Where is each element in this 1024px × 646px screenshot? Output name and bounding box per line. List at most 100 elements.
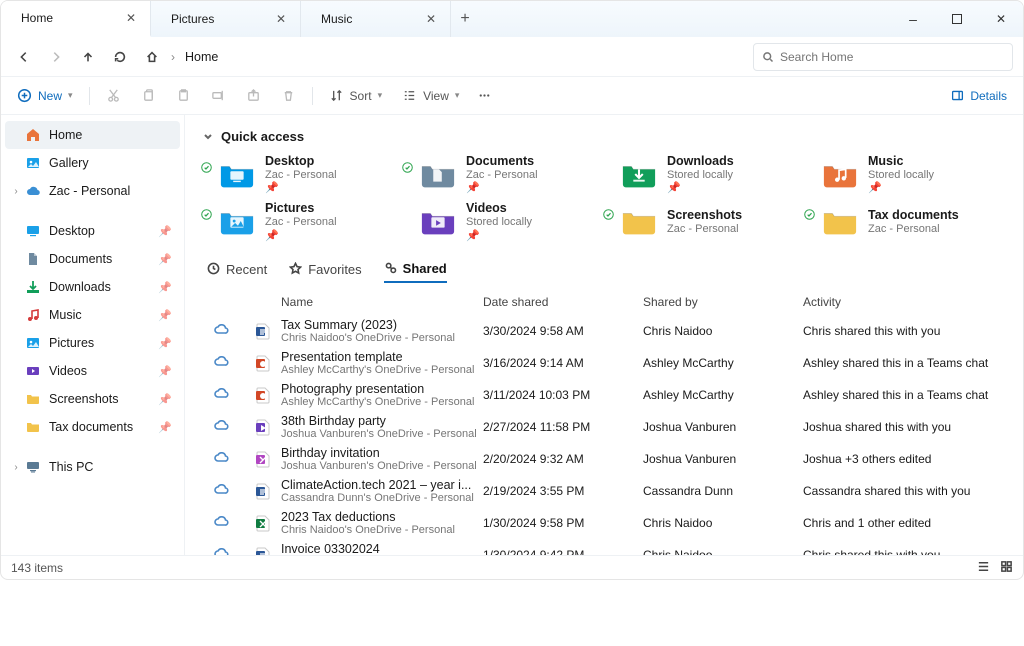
cloud-status-icon <box>213 545 253 555</box>
pin-icon: 📌 <box>158 253 172 266</box>
sidebar-item-pictures[interactable]: Pictures 📌 <box>5 329 180 357</box>
more-button[interactable] <box>471 82 498 110</box>
sort-button[interactable]: Sort▾ <box>321 82 391 110</box>
file-location: Joshua Vanburen's OneDrive - Personal <box>281 428 483 440</box>
pin-icon: 📌 <box>158 309 172 322</box>
quick-access-pictures[interactable]: Pictures Zac - Personal 📌 <box>219 201 402 242</box>
file-name: Invoice 03302024 <box>281 542 483 555</box>
forward-button[interactable] <box>43 44 69 70</box>
subtab-shared[interactable]: Shared <box>384 261 447 283</box>
tab-label: Home <box>21 11 53 25</box>
downloads-icon <box>25 279 41 295</box>
folder-name: Screenshots <box>667 208 742 223</box>
col-name[interactable]: Name <box>281 295 483 309</box>
col-date[interactable]: Date shared <box>483 295 643 309</box>
new-tab-button[interactable]: + <box>451 10 479 28</box>
file-location: Chris Naidoo's OneDrive - Personal <box>281 524 483 536</box>
col-activity[interactable]: Activity <box>803 295 1005 309</box>
quick-access-music[interactable]: Music Stored locally 📌 <box>822 154 1005 195</box>
sidebar-item-home[interactable]: Home <box>5 121 180 149</box>
sidebar-item-downloads[interactable]: Downloads 📌 <box>5 273 180 301</box>
column-headers: Name Date shared Shared by Activity <box>203 295 1005 309</box>
back-button[interactable] <box>11 44 37 70</box>
minimize-button[interactable] <box>891 1 935 37</box>
folder-icon <box>420 160 456 190</box>
gallery-icon <box>25 155 41 171</box>
quick-access-videos[interactable]: Videos Stored locally 📌 <box>420 201 603 242</box>
pin-icon: 📌 <box>158 365 172 378</box>
sidebar-item-this pc[interactable]: › This PC <box>5 453 180 481</box>
sidebar-item-screenshots[interactable]: Screenshots 📌 <box>5 385 180 413</box>
folder-name: Music <box>868 154 934 169</box>
quick-access-screenshots[interactable]: Screenshots Zac - Personal <box>621 201 804 242</box>
shared-file-row[interactable]: Birthday invitation Joshua Vanburen's On… <box>203 443 1005 475</box>
shared-file-row[interactable]: 38th Birthday party Joshua Vanburen's On… <box>203 411 1005 443</box>
subtab-label: Favorites <box>308 262 361 277</box>
tab-home[interactable]: Home ✕ <box>1 1 151 37</box>
details-pane-button[interactable]: Details <box>943 82 1015 110</box>
desktop-icon <box>25 223 41 239</box>
breadcrumb[interactable]: Home <box>185 50 218 64</box>
search-box[interactable] <box>753 43 1013 71</box>
sidebar-item-gallery[interactable]: Gallery <box>5 149 180 177</box>
rename-button[interactable] <box>203 82 234 110</box>
sidebar-item-label: Desktop <box>49 224 95 238</box>
quick-access-header[interactable]: Quick access <box>203 129 1005 144</box>
shared-file-row[interactable]: 2023 Tax deductions Chris Naidoo's OneDr… <box>203 507 1005 539</box>
shared-file-row[interactable]: Presentation template Ashley McCarthy's … <box>203 347 1005 379</box>
pin-icon: 📌 <box>158 393 172 406</box>
sidebar-item-documents[interactable]: Documents 📌 <box>5 245 180 273</box>
sidebar-item-music[interactable]: Music 📌 <box>5 301 180 329</box>
pin-icon: 📌 <box>158 281 172 294</box>
refresh-button[interactable] <box>107 44 133 70</box>
sidebar-item-label: Gallery <box>49 156 89 170</box>
close-tab-button[interactable]: ✕ <box>276 12 286 26</box>
folder-icon <box>621 160 657 190</box>
cut-button[interactable] <box>98 82 129 110</box>
close-tab-button[interactable]: ✕ <box>126 11 136 25</box>
sidebar-item-desktop[interactable]: Desktop 📌 <box>5 217 180 245</box>
up-button[interactable] <box>75 44 101 70</box>
quick-access-desktop[interactable]: Desktop Zac - Personal 📌 <box>219 154 402 195</box>
tab-music[interactable]: Music ✕ <box>301 1 451 37</box>
shared-file-row[interactable]: Invoice 03302024 Chris Naidoo's OneDrive… <box>203 539 1005 555</box>
home-crumb-icon[interactable] <box>139 44 165 70</box>
navigation-bar: › Home <box>1 37 1023 77</box>
search-input[interactable] <box>780 50 1004 64</box>
close-window-button[interactable] <box>979 1 1023 37</box>
shared-file-row[interactable]: Tax Summary (2023) Chris Naidoo's OneDri… <box>203 315 1005 347</box>
thumbnail-view-toggle[interactable] <box>1000 560 1013 576</box>
sidebar-item-zac - personal[interactable]: › Zac - Personal <box>5 177 180 205</box>
col-by[interactable]: Shared by <box>643 295 803 309</box>
activity-text: Joshua +3 others edited <box>803 452 1005 466</box>
sync-status-icon <box>201 162 212 173</box>
file-location: Chris Naidoo's OneDrive - Personal <box>281 332 483 344</box>
tab-pictures[interactable]: Pictures ✕ <box>151 1 301 37</box>
sidebar-item-label: This PC <box>49 460 93 474</box>
close-tab-button[interactable]: ✕ <box>426 12 436 26</box>
subtab-recent[interactable]: Recent <box>207 261 267 283</box>
details-view-toggle[interactable] <box>977 560 990 576</box>
folder-icon <box>420 207 456 237</box>
folder-icon <box>25 419 41 435</box>
shared-file-row[interactable]: ClimateAction.tech 2021 – year i... Cass… <box>203 475 1005 507</box>
window-controls <box>891 1 1023 37</box>
new-button[interactable]: New▾ <box>9 82 81 110</box>
paste-button[interactable] <box>168 82 199 110</box>
quick-access-downloads[interactable]: Downloads Stored locally 📌 <box>621 154 804 195</box>
copy-button[interactable] <box>133 82 164 110</box>
sync-status-icon <box>603 209 614 220</box>
sidebar-item-tax documents[interactable]: Tax documents 📌 <box>5 413 180 441</box>
pin-icon: 📌 <box>158 421 172 434</box>
view-button[interactable]: View▾ <box>394 82 467 110</box>
delete-button[interactable] <box>273 82 304 110</box>
shared-file-row[interactable]: Photography presentation Ashley McCarthy… <box>203 379 1005 411</box>
sidebar-item-videos[interactable]: Videos 📌 <box>5 357 180 385</box>
maximize-button[interactable] <box>935 1 979 37</box>
shared-by: Cassandra Dunn <box>643 484 803 498</box>
subtab-favorites[interactable]: Favorites <box>289 261 361 283</box>
quick-access-tax documents[interactable]: Tax documents Zac - Personal <box>822 201 1005 242</box>
quick-access-documents[interactable]: Documents Zac - Personal 📌 <box>420 154 603 195</box>
share-button[interactable] <box>238 82 269 110</box>
file-type-icon <box>253 481 273 501</box>
